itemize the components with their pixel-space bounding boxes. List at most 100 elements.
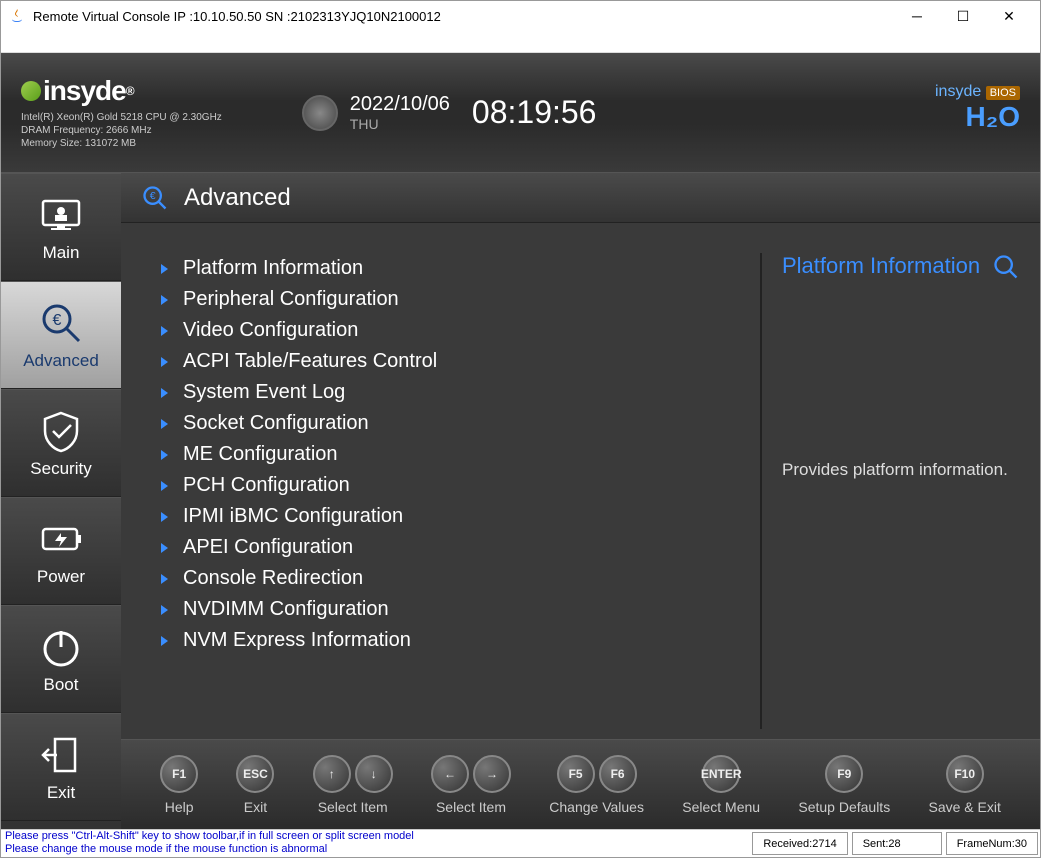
svg-text:€: € xyxy=(150,190,156,202)
sidebar-power-label: Power xyxy=(37,567,85,587)
sidebar-boot-icon xyxy=(37,623,85,671)
key-F10[interactable]: F10 xyxy=(946,755,984,793)
menu-item-label: ACPI Table/Features Control xyxy=(183,350,437,373)
sidebar-main-icon xyxy=(37,191,85,239)
arrow-right-icon xyxy=(161,264,168,274)
menu-item-10[interactable]: Console Redirection xyxy=(161,563,740,594)
key-↑[interactable]: ↑ xyxy=(313,755,351,793)
footer-select-menu-label: Select Menu xyxy=(682,799,760,815)
cpu-info: Intel(R) Xeon(R) Gold 5218 CPU @ 2.30GHz xyxy=(21,111,222,124)
menu-item-label: Video Configuration xyxy=(183,319,358,342)
menu-item-label: Platform Information xyxy=(183,257,363,280)
menu-item-label: Peripheral Configuration xyxy=(183,288,399,311)
key-F9[interactable]: F9 xyxy=(825,755,863,793)
java-icon xyxy=(9,8,25,24)
menu-item-1[interactable]: Peripheral Configuration xyxy=(161,284,740,315)
arrow-right-icon xyxy=(161,636,168,646)
menu-item-label: NVM Express Information xyxy=(183,629,411,652)
day-text: THU xyxy=(350,116,450,132)
arrow-right-icon xyxy=(161,388,168,398)
footer-bar: F1 Help ESC Exit ↑↓Select Item ←→ Select Item F… xyxy=(121,739,1040,829)
menu-item-3[interactable]: ACPI Table/Features Control xyxy=(161,346,740,377)
sidebar-main[interactable]: Main xyxy=(1,173,121,281)
menu-item-label: Socket Configuration xyxy=(183,412,369,435)
arrow-right-icon xyxy=(161,357,168,367)
sidebar-advanced[interactable]: € Advanced xyxy=(1,281,121,389)
arrow-right-icon xyxy=(161,574,168,584)
datetime-block: 2022/10/06 THU 08:19:56 xyxy=(302,93,597,132)
footer-select-item-ud: ↑↓Select Item xyxy=(313,755,393,815)
status-sent: Sent:28 xyxy=(852,832,942,855)
key-ESC[interactable]: ESC xyxy=(236,755,274,793)
key-ENTER[interactable]: ENTER xyxy=(702,755,740,793)
bios-header: insyde® Intel(R) Xeon(R) Gold 5218 CPU @… xyxy=(1,53,1040,173)
arrow-right-icon xyxy=(161,295,168,305)
maximize-button[interactable]: ☐ xyxy=(940,1,986,31)
dram-info: DRAM Frequency: 2666 MHz xyxy=(21,124,222,137)
menu-item-0[interactable]: Platform Information xyxy=(161,253,740,284)
titlebar: Remote Virtual Console IP :10.10.50.50 S… xyxy=(1,1,1040,31)
statusbar: Please press "Ctrl-Alt-Shift" key to sho… xyxy=(1,829,1040,857)
memory-info: Memory Size: 131072 MB xyxy=(21,137,222,150)
sidebar-advanced-label: Advanced xyxy=(23,351,99,371)
help-title: Platform Information xyxy=(782,253,1020,279)
key-↓[interactable]: ↓ xyxy=(355,755,393,793)
panel-title-row: € Advanced xyxy=(121,173,1040,223)
arrow-right-icon xyxy=(161,605,168,615)
brand-logo: insyde® xyxy=(21,75,222,107)
footer-save-exit-label: Save & Exit xyxy=(928,799,1000,815)
footer-select-menu: ENTER Select Menu xyxy=(682,755,760,815)
sidebar-power[interactable]: Power xyxy=(1,497,121,605)
menu-item-6[interactable]: ME Configuration xyxy=(161,439,740,470)
arrow-right-icon xyxy=(161,326,168,336)
clock-icon xyxy=(302,95,338,131)
footer-setup-defaults: F9Setup Defaults xyxy=(798,755,890,815)
footer-exit-label: Exit xyxy=(244,799,267,815)
menu-item-label: IPMI iBMC Configuration xyxy=(183,505,403,528)
sidebar-security[interactable]: Security xyxy=(1,389,121,497)
footer-change-values: F5F6 Change Values xyxy=(549,755,644,815)
status-framenum: FrameNum:30 xyxy=(946,832,1038,855)
sidebar: Main € Advanced Security Power Boot Exit xyxy=(1,173,121,829)
key-←[interactable]: ← xyxy=(431,755,469,793)
key-F5[interactable]: F5 xyxy=(557,755,595,793)
menu-item-label: PCH Configuration xyxy=(183,474,350,497)
menu-item-5[interactable]: Socket Configuration xyxy=(161,408,740,439)
arrow-right-icon xyxy=(161,543,168,553)
sidebar-power-icon xyxy=(37,515,85,563)
menu-item-label: Console Redirection xyxy=(183,567,363,590)
status-received: Received:2714 xyxy=(752,832,847,855)
menu-item-2[interactable]: Video Configuration xyxy=(161,315,740,346)
minimize-button[interactable]: ─ xyxy=(894,1,940,31)
menu-item-12[interactable]: NVM Express Information xyxy=(161,625,740,656)
menu-item-4[interactable]: System Event Log xyxy=(161,377,740,408)
window-title: Remote Virtual Console IP :10.10.50.50 S… xyxy=(33,9,894,24)
menu-item-8[interactable]: IPMI iBMC Configuration xyxy=(161,501,740,532)
logo-block: insyde® Intel(R) Xeon(R) Gold 5218 CPU @… xyxy=(21,75,222,150)
sidebar-security-icon xyxy=(37,407,85,455)
sidebar-exit[interactable]: Exit xyxy=(1,713,121,821)
sidebar-boot[interactable]: Boot xyxy=(1,605,121,713)
menu-item-7[interactable]: PCH Configuration xyxy=(161,470,740,501)
sidebar-exit-label: Exit xyxy=(47,783,75,803)
help-panel: Platform Information Provides platform i… xyxy=(760,253,1020,729)
footer-select-item-lr-label: Select Item xyxy=(436,799,506,815)
app-window: Remote Virtual Console IP :10.10.50.50 S… xyxy=(0,0,1041,858)
key-→[interactable]: → xyxy=(473,755,511,793)
menu-item-label: APEI Configuration xyxy=(183,536,353,559)
key-F1[interactable]: F1 xyxy=(160,755,198,793)
close-button[interactable]: ✕ xyxy=(986,1,1032,31)
menu-item-label: NVDIMM Configuration xyxy=(183,598,389,621)
footer-change-values-label: Change Values xyxy=(549,799,644,815)
key-F6[interactable]: F6 xyxy=(599,755,637,793)
footer-save-exit: F10 Save & Exit xyxy=(928,755,1000,815)
svg-text:€: € xyxy=(53,312,62,329)
menu-item-9[interactable]: APEI Configuration xyxy=(161,532,740,563)
help-description: Provides platform information. xyxy=(782,459,1020,481)
arrow-right-icon xyxy=(161,419,168,429)
sidebar-boot-label: Boot xyxy=(44,675,79,695)
bios-screen: insyde® Intel(R) Xeon(R) Gold 5218 CPU @… xyxy=(1,53,1040,829)
footer-help-label: Help xyxy=(165,799,194,815)
menu-item-11[interactable]: NVDIMM Configuration xyxy=(161,594,740,625)
menu-item-label: System Event Log xyxy=(183,381,345,404)
